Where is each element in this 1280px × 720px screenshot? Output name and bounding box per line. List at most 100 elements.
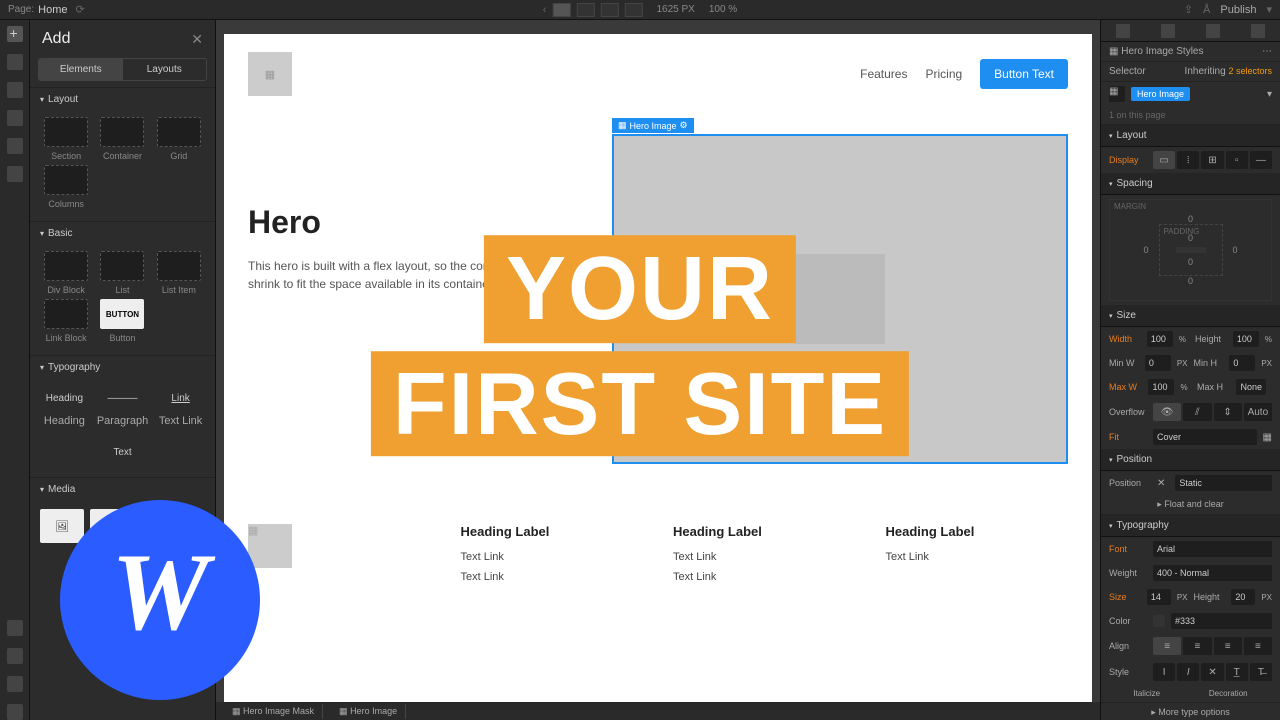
page-preview[interactable]: ▦ Features Pricing Button Text Hero This… bbox=[224, 34, 1092, 714]
nav-icon[interactable] bbox=[7, 82, 23, 98]
publish-button[interactable]: Publish bbox=[1220, 4, 1256, 16]
style-title: Hero Image Styles bbox=[1121, 46, 1203, 57]
cms-icon[interactable] bbox=[7, 110, 23, 126]
sliders-icon[interactable] bbox=[1206, 24, 1220, 38]
el-youtube[interactable]: ▶ bbox=[140, 509, 184, 543]
section-basic[interactable]: Basic bbox=[30, 221, 215, 245]
el-listitem[interactable]: List Item bbox=[153, 251, 205, 295]
el-list[interactable]: List bbox=[96, 251, 148, 295]
el-grid[interactable]: Grid bbox=[153, 117, 205, 161]
display-flex[interactable]: ⦙ bbox=[1177, 151, 1199, 169]
canvas[interactable]: ▦ Features Pricing Button Text Hero This… bbox=[216, 20, 1100, 720]
pages-icon[interactable] bbox=[7, 54, 23, 70]
export-icon[interactable]: ⇪ bbox=[1184, 3, 1193, 16]
sec-spacing[interactable]: Spacing bbox=[1101, 173, 1280, 195]
nav-features[interactable]: Features bbox=[860, 67, 907, 81]
add-tabs: Elements Layouts bbox=[38, 58, 207, 81]
display-grid[interactable]: ⊞ bbox=[1201, 151, 1223, 169]
spacing-control[interactable]: MARGIN 0 0 PADDING00 0 0 bbox=[1109, 199, 1272, 301]
add-panel: Add ✕ Elements Layouts Layout Section Co… bbox=[30, 20, 216, 720]
tab-layouts[interactable]: Layouts bbox=[123, 59, 207, 80]
col-link[interactable]: Text Link bbox=[886, 551, 1069, 563]
overflow-visible[interactable]: 👁 bbox=[1153, 403, 1181, 421]
preview-icon[interactable]: Å bbox=[1203, 4, 1210, 16]
display-inline[interactable]: ▫ bbox=[1226, 151, 1248, 169]
hero-paragraph[interactable]: This hero is built with a flex layout, s… bbox=[248, 257, 588, 293]
help-icon[interactable] bbox=[7, 676, 23, 692]
crumb-2[interactable]: ▦ Hero Image bbox=[331, 704, 406, 719]
el-image[interactable]: 🖼 bbox=[40, 509, 84, 543]
chevron-down-icon[interactable]: ▾ bbox=[1266, 3, 1272, 16]
el-textlink[interactable]: LinkText Link bbox=[156, 385, 205, 427]
footer-col-2[interactable]: Heading Label Text Link Text Link bbox=[673, 524, 856, 591]
color-value[interactable]: #333 bbox=[1171, 613, 1272, 629]
search-icon[interactable] bbox=[7, 648, 23, 664]
col-heading[interactable]: Heading Label bbox=[461, 524, 644, 539]
el-container[interactable]: Container bbox=[96, 117, 148, 161]
col-link[interactable]: Text Link bbox=[461, 551, 644, 563]
position-value[interactable]: Static bbox=[1175, 475, 1272, 491]
assets-icon[interactable] bbox=[7, 138, 23, 154]
footer-col-3[interactable]: Heading Label Text Link bbox=[886, 524, 1069, 591]
device-mobile-l[interactable] bbox=[600, 3, 618, 17]
selection-tag[interactable]: ▦ Hero Image ⚙ bbox=[612, 118, 694, 133]
el-textblock[interactable]: Text bbox=[40, 439, 205, 465]
col-heading[interactable]: Heading Label bbox=[886, 524, 1069, 539]
el-button[interactable]: BUTTONButton bbox=[96, 299, 148, 343]
sec-typography[interactable]: Typography bbox=[1101, 515, 1280, 537]
device-desktop[interactable] bbox=[552, 3, 570, 17]
el-columns[interactable]: Columns bbox=[40, 165, 92, 209]
el-linkblock[interactable]: Link Block bbox=[40, 299, 92, 343]
nav-button[interactable]: Button Text bbox=[980, 59, 1068, 89]
instance-count: 1 on this page bbox=[1109, 110, 1166, 120]
settings-icon[interactable] bbox=[7, 166, 23, 182]
display-none[interactable]: — bbox=[1250, 151, 1272, 169]
section-typography[interactable]: Typography bbox=[30, 355, 215, 379]
el-heading[interactable]: HeadingHeading bbox=[40, 385, 89, 427]
col-link[interactable]: Text Link bbox=[673, 571, 856, 583]
device-mobile[interactable] bbox=[624, 3, 642, 17]
refresh-icon[interactable]: ⟳ bbox=[75, 3, 84, 16]
hero-heading[interactable]: Hero bbox=[248, 204, 588, 241]
sec-layout[interactable]: Layout bbox=[1101, 125, 1280, 147]
el-paragraph[interactable]: ———Paragraph bbox=[97, 385, 148, 427]
bolt-icon[interactable] bbox=[1251, 24, 1265, 38]
image-placeholder-icon bbox=[795, 254, 885, 344]
chevron-left-icon[interactable]: ‹ bbox=[543, 4, 547, 16]
weight-select[interactable]: 400 - Normal bbox=[1153, 565, 1272, 581]
add-icon[interactable] bbox=[7, 26, 23, 42]
position-label: Position bbox=[1109, 478, 1147, 488]
el-div[interactable]: Div Block bbox=[40, 251, 92, 295]
device-switcher: ‹ 1625 PX 100 % bbox=[543, 3, 737, 17]
class-chip[interactable]: Hero Image bbox=[1131, 87, 1190, 101]
brush-icon[interactable] bbox=[1116, 24, 1130, 38]
hero-image-selected[interactable]: ▦ Hero Image ⚙ bbox=[612, 134, 1068, 464]
video-icon[interactable] bbox=[7, 704, 23, 720]
style-tabs bbox=[1101, 20, 1280, 42]
col-link[interactable]: Text Link bbox=[461, 571, 644, 583]
el-section[interactable]: Section bbox=[40, 117, 92, 161]
col-heading[interactable]: Heading Label bbox=[673, 524, 856, 539]
device-tablet[interactable] bbox=[576, 3, 594, 17]
el-video[interactable]: ■ bbox=[90, 509, 134, 543]
close-icon[interactable]: ✕ bbox=[191, 31, 203, 48]
page-name[interactable]: Home bbox=[38, 4, 67, 16]
overflow-label: Overflow bbox=[1109, 407, 1147, 417]
col-link[interactable]: Text Link bbox=[673, 551, 856, 563]
fit-value[interactable]: Cover bbox=[1153, 429, 1257, 445]
fit-label: Fit bbox=[1109, 432, 1147, 442]
crumb-1[interactable]: ▦ Hero Image Mask bbox=[224, 704, 323, 719]
footer-col-1[interactable]: Heading Label Text Link Text Link bbox=[461, 524, 644, 591]
sec-size[interactable]: Size bbox=[1101, 305, 1280, 327]
sec-position[interactable]: Position bbox=[1101, 449, 1280, 471]
gear-icon[interactable] bbox=[1161, 24, 1175, 38]
tab-elements[interactable]: Elements bbox=[39, 59, 123, 80]
nav-pricing[interactable]: Pricing bbox=[925, 67, 962, 81]
footer-logo-col[interactable]: ▦ bbox=[248, 524, 431, 591]
section-layout[interactable]: Layout bbox=[30, 87, 215, 111]
display-block[interactable]: ▭ bbox=[1153, 151, 1175, 169]
section-media[interactable]: Media bbox=[30, 477, 215, 501]
logo-placeholder[interactable]: ▦ bbox=[248, 52, 292, 96]
font-select[interactable]: Arial bbox=[1153, 541, 1272, 557]
audit-icon[interactable] bbox=[7, 620, 23, 636]
